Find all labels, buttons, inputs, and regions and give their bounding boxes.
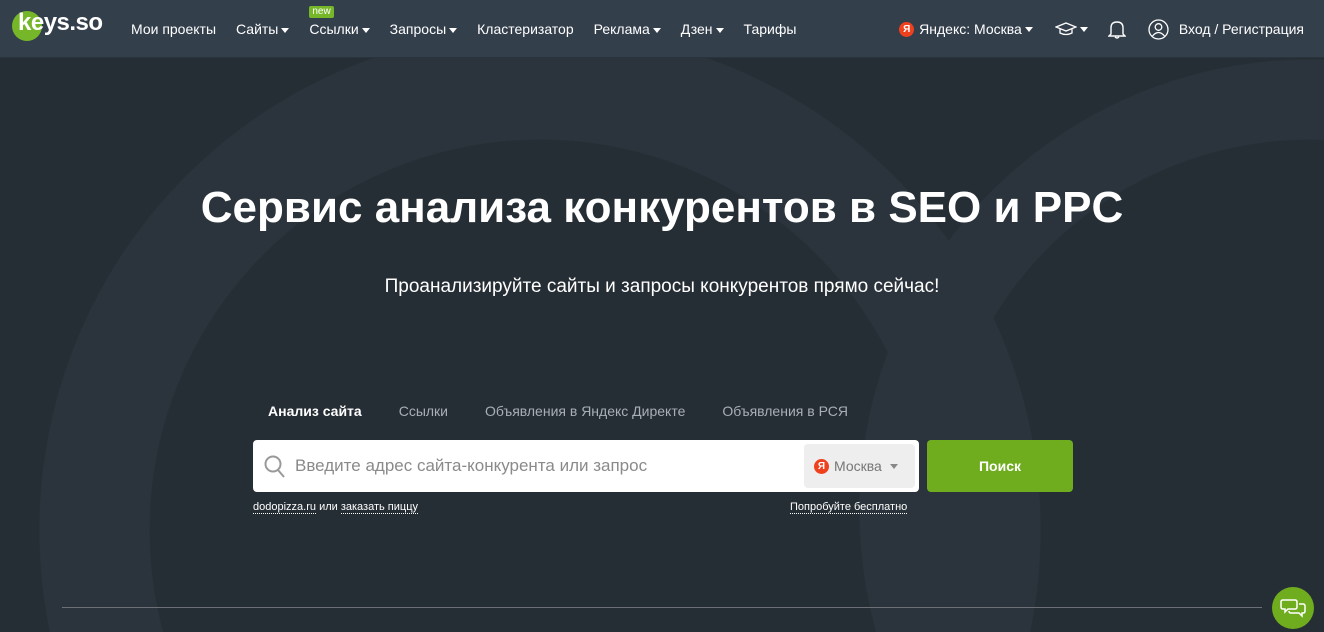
nav-my-projects[interactable]: Мои проекты — [131, 21, 216, 37]
example-link-query[interactable]: заказать пиццу — [340, 501, 418, 514]
divider — [62, 607, 1262, 608]
chevron-down-icon — [1024, 26, 1033, 32]
try-free-link[interactable]: Попробуйте бесплатно — [790, 501, 908, 514]
search-examples: dodopizza.ru или заказать пиццу — [253, 501, 418, 514]
login-link[interactable]: Вход / Регистрация — [1148, 18, 1304, 40]
user-icon — [1148, 18, 1169, 40]
nav-pricing[interactable]: Тарифы — [744, 21, 797, 37]
tab-site-analysis[interactable]: Анализ сайта — [268, 403, 362, 419]
chevron-down-icon — [281, 27, 290, 33]
search-icon — [264, 455, 285, 478]
bell-icon[interactable] — [1107, 19, 1126, 39]
chat-button[interactable] — [1272, 587, 1314, 629]
nav-links[interactable]: new Ссылки — [309, 6, 370, 37]
logo[interactable]: keys.so — [12, 9, 103, 41]
nav-sites[interactable]: Сайты — [236, 21, 290, 37]
tab-rsya-ads[interactable]: Объявления в РСЯ — [722, 403, 848, 419]
yandex-icon: Я — [814, 458, 829, 474]
search-region-select[interactable]: Я Москва — [804, 444, 915, 488]
search-button[interactable]: Поиск — [927, 440, 1073, 492]
search-box: ЯМосква — [253, 440, 919, 492]
header: keys.so Мои проекты Сайты new Ссылки Запр… — [0, 0, 1324, 58]
search-input[interactable] — [295, 440, 795, 492]
chat-bubbles-icon — [1280, 599, 1306, 618]
region-selector[interactable]: Я Яндекс: Москва — [899, 21, 1033, 37]
education-menu[interactable] — [1054, 22, 1088, 36]
chevron-down-icon — [361, 27, 370, 33]
yandex-icon: Я — [899, 21, 915, 37]
tab-links[interactable]: Ссылки — [399, 403, 448, 419]
example-link-domain[interactable]: dodopizza.ru — [253, 501, 316, 514]
search-tabs: Анализ сайта Ссылки Объявления в Яндекс … — [268, 403, 848, 419]
chevron-down-icon — [715, 27, 724, 33]
main-nav: Мои проекты Сайты new Ссылки Запросы Клас… — [131, 0, 796, 58]
chevron-down-icon — [652, 27, 661, 33]
nav-clusterizer[interactable]: Кластеризатор — [477, 21, 573, 37]
new-badge: new — [309, 6, 334, 18]
page-subtitle: Проанализируйте сайты и запросы конкурен… — [384, 276, 940, 297]
graduation-cap-icon — [1054, 22, 1077, 36]
chevron-down-icon — [449, 27, 458, 33]
nav-queries[interactable]: Запросы — [390, 21, 458, 37]
chevron-down-icon — [889, 463, 898, 469]
nav-ads[interactable]: Реклама — [594, 21, 661, 37]
tab-yandex-direct-ads[interactable]: Объявления в Яндекс Директе — [485, 403, 685, 419]
chevron-down-icon — [1079, 26, 1088, 32]
page-title: Сервис анализа конкурентов в SEO и PPC — [200, 183, 1124, 232]
nav-zen[interactable]: Дзен — [681, 21, 724, 37]
